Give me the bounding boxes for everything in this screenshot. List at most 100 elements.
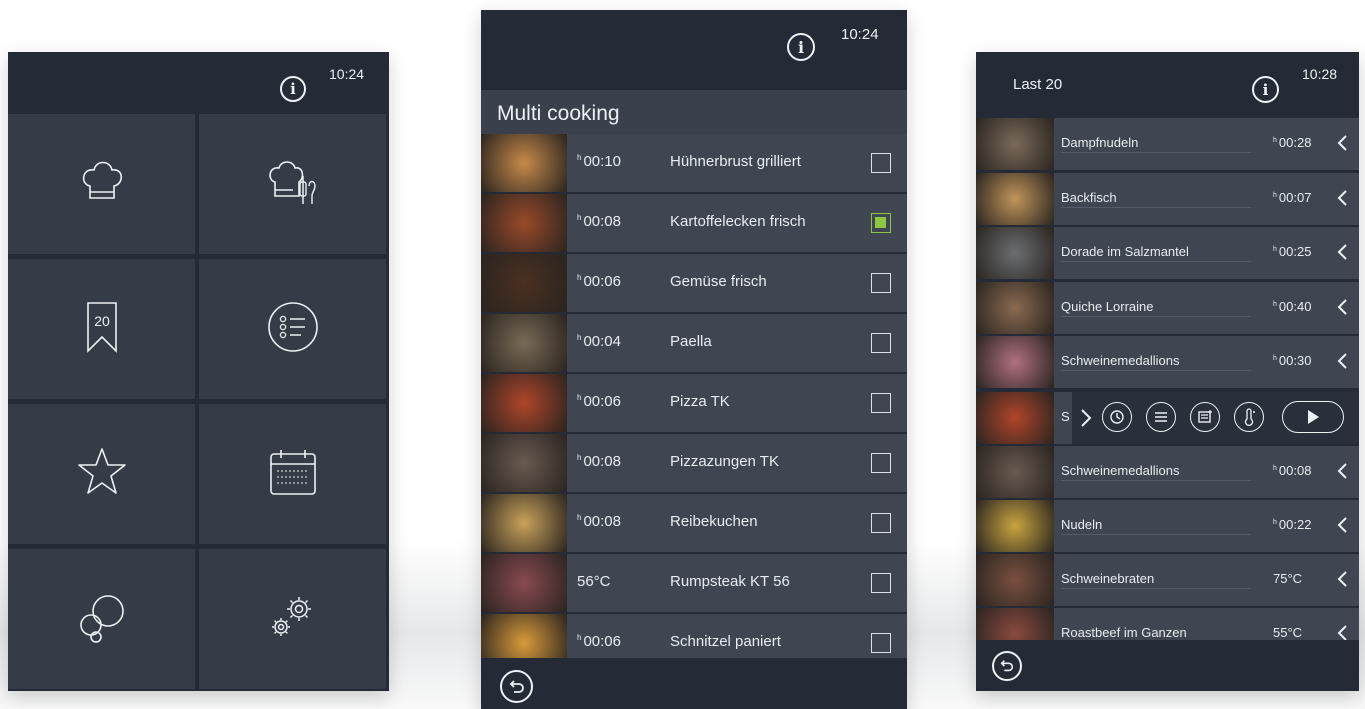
time-unit: h	[1273, 300, 1277, 308]
time-value: 00:06	[583, 273, 621, 290]
action-panel	[1072, 392, 1359, 444]
cook-time: h 00:06	[577, 393, 657, 410]
recipe-thumbnail	[976, 336, 1054, 388]
menu-lines-icon[interactable]	[1146, 402, 1176, 432]
recipe-row[interactable]: Nudeln h 00:22	[976, 500, 1359, 552]
recipe-thumbnail	[976, 118, 1054, 170]
chevron-left-icon[interactable]	[1335, 514, 1349, 536]
info-icon[interactable]: i	[1252, 76, 1279, 103]
recipe-name: Nudeln	[1061, 517, 1103, 532]
value-text: 55°C	[1273, 625, 1303, 640]
select-checkbox[interactable]	[871, 573, 891, 593]
recipe-row[interactable]: h 00:10 Hühnerbrust grilliert	[481, 134, 907, 192]
menu-tile-settings-gears[interactable]	[199, 549, 386, 689]
recipe-row[interactable]: h 00:08 Reibekuchen	[481, 494, 907, 552]
cook-value: h 00:40	[1273, 299, 1311, 314]
time-unit: h	[1273, 137, 1277, 144]
menu-tile-bubbles[interactable]	[8, 549, 195, 689]
cook-time: h 00:08	[577, 453, 657, 470]
cook-time: 56°C	[577, 573, 657, 590]
select-checkbox[interactable]	[871, 453, 891, 473]
value-text: 75°C	[1273, 571, 1303, 586]
recipe-row[interactable]: Schweinemedallions h 00:08	[976, 446, 1359, 498]
recipe-row[interactable]: Schweinemedallions h 00:30	[976, 336, 1359, 388]
back-icon[interactable]	[992, 651, 1022, 681]
thermometer-icon[interactable]	[1234, 402, 1264, 432]
recipe-row[interactable]: h 00:08 Pizzazungen TK	[481, 434, 907, 492]
clock: 10:24	[841, 26, 879, 43]
recipe-row[interactable]: h 00:06 Pizza TK	[481, 374, 907, 432]
recipe-row[interactable]: 56°C Rumpsteak KT 56	[481, 554, 907, 612]
chevron-left-icon[interactable]	[1335, 296, 1349, 318]
recipe-name: Paella	[670, 333, 712, 350]
cook-time: h 00:08	[577, 213, 657, 230]
info-icon[interactable]: i	[787, 33, 815, 61]
recipe-row[interactable]: Dorade im Salzmantel h 00:25	[976, 227, 1359, 279]
divider	[1061, 261, 1251, 262]
time-unit: h	[577, 213, 582, 222]
bubbles-icon	[74, 589, 130, 650]
recipe-row[interactable]: h 00:04 Paella	[481, 314, 907, 372]
settings-gears-icon	[263, 587, 323, 652]
chevron-left-icon[interactable]	[1335, 460, 1349, 482]
chevron-left-icon[interactable]	[1335, 187, 1349, 209]
play-button[interactable]	[1282, 401, 1344, 433]
select-checkbox[interactable]	[871, 273, 891, 293]
cook-time: h 00:08	[577, 513, 657, 530]
timer-icon[interactable]	[1102, 402, 1132, 432]
select-checkbox[interactable]	[871, 393, 891, 413]
recipe-row[interactable]: Quiche Lorraine h 00:40	[976, 281, 1359, 334]
menu-tile-calendar[interactable]	[199, 404, 386, 544]
divider	[1061, 370, 1251, 371]
recipe-row[interactable]: h 00:08 Kartoffelecken frisch	[481, 194, 907, 252]
cook-time: h 00:06	[577, 273, 657, 290]
select-checkbox[interactable]	[871, 333, 891, 353]
program-add-icon[interactable]	[1190, 402, 1220, 432]
recipe-row[interactable]: Dampfnudeln h 00:28	[976, 118, 1359, 170]
recipe-name: Dampfnudeln	[1061, 135, 1139, 150]
menu-tile-list-menu[interactable]	[199, 259, 386, 399]
chef-tools-icon	[263, 152, 323, 217]
recipe-thumbnail	[481, 134, 567, 192]
recipe-name: Pizzazungen TK	[670, 453, 779, 470]
info-icon[interactable]: i	[280, 76, 306, 102]
list-menu-icon	[265, 299, 321, 360]
last-20-bookmark-icon: 20	[82, 299, 122, 360]
menu-tile-chef-tools[interactable]	[199, 114, 386, 254]
value-text: 00:30	[1278, 353, 1312, 368]
select-checkbox[interactable]	[871, 213, 891, 233]
recipe-thumbnail	[976, 227, 1054, 279]
recipe-name: Kartoffelecken frisch	[670, 213, 806, 230]
bottom-bar	[481, 658, 907, 709]
recipe-name: Dorade im Salzmantel	[1061, 244, 1189, 259]
time-unit: h	[577, 633, 582, 642]
chevron-left-icon[interactable]	[1335, 568, 1349, 590]
chevron-left-icon[interactable]	[1335, 132, 1349, 154]
status-bar: Last 20 i 10:28	[976, 52, 1359, 118]
divider	[1061, 588, 1251, 589]
menu-tile-star[interactable]	[8, 404, 195, 544]
select-checkbox[interactable]	[871, 153, 891, 173]
time-unit: h	[1273, 465, 1277, 472]
recipe-thumbnail	[976, 281, 1054, 334]
value-text: 00:22	[1278, 517, 1312, 532]
recipe-row[interactable]: Schweinebraten 75°C	[976, 554, 1359, 606]
divider	[1061, 206, 1251, 208]
chevron-left-icon[interactable]	[1335, 241, 1349, 263]
recipe-row[interactable]: h 00:06 Gemüse frisch	[481, 254, 907, 312]
time-value: 00:08	[583, 513, 621, 530]
cook-value: 75°C	[1273, 571, 1302, 586]
chevron-right-icon[interactable]	[1080, 408, 1092, 428]
active-recipe-row[interactable]: S	[976, 392, 1359, 444]
chevron-left-icon[interactable]	[1335, 350, 1349, 372]
star-icon	[75, 445, 129, 504]
back-icon[interactable]	[500, 670, 533, 703]
recipe-row[interactable]: Backfisch h 00:07	[976, 172, 1359, 225]
select-checkbox[interactable]	[871, 633, 891, 653]
select-checkbox[interactable]	[871, 513, 891, 533]
recipe-name: Schweinemedallions	[1061, 463, 1180, 478]
time-unit: h	[577, 153, 582, 162]
menu-tile-last-20-bookmark[interactable]: 20	[8, 259, 195, 399]
menu-tile-chef-hat[interactable]	[8, 114, 195, 254]
last-20-screen: Last 20 i 10:28 Dampfnudeln h 00:28 Backfis…	[976, 52, 1359, 691]
